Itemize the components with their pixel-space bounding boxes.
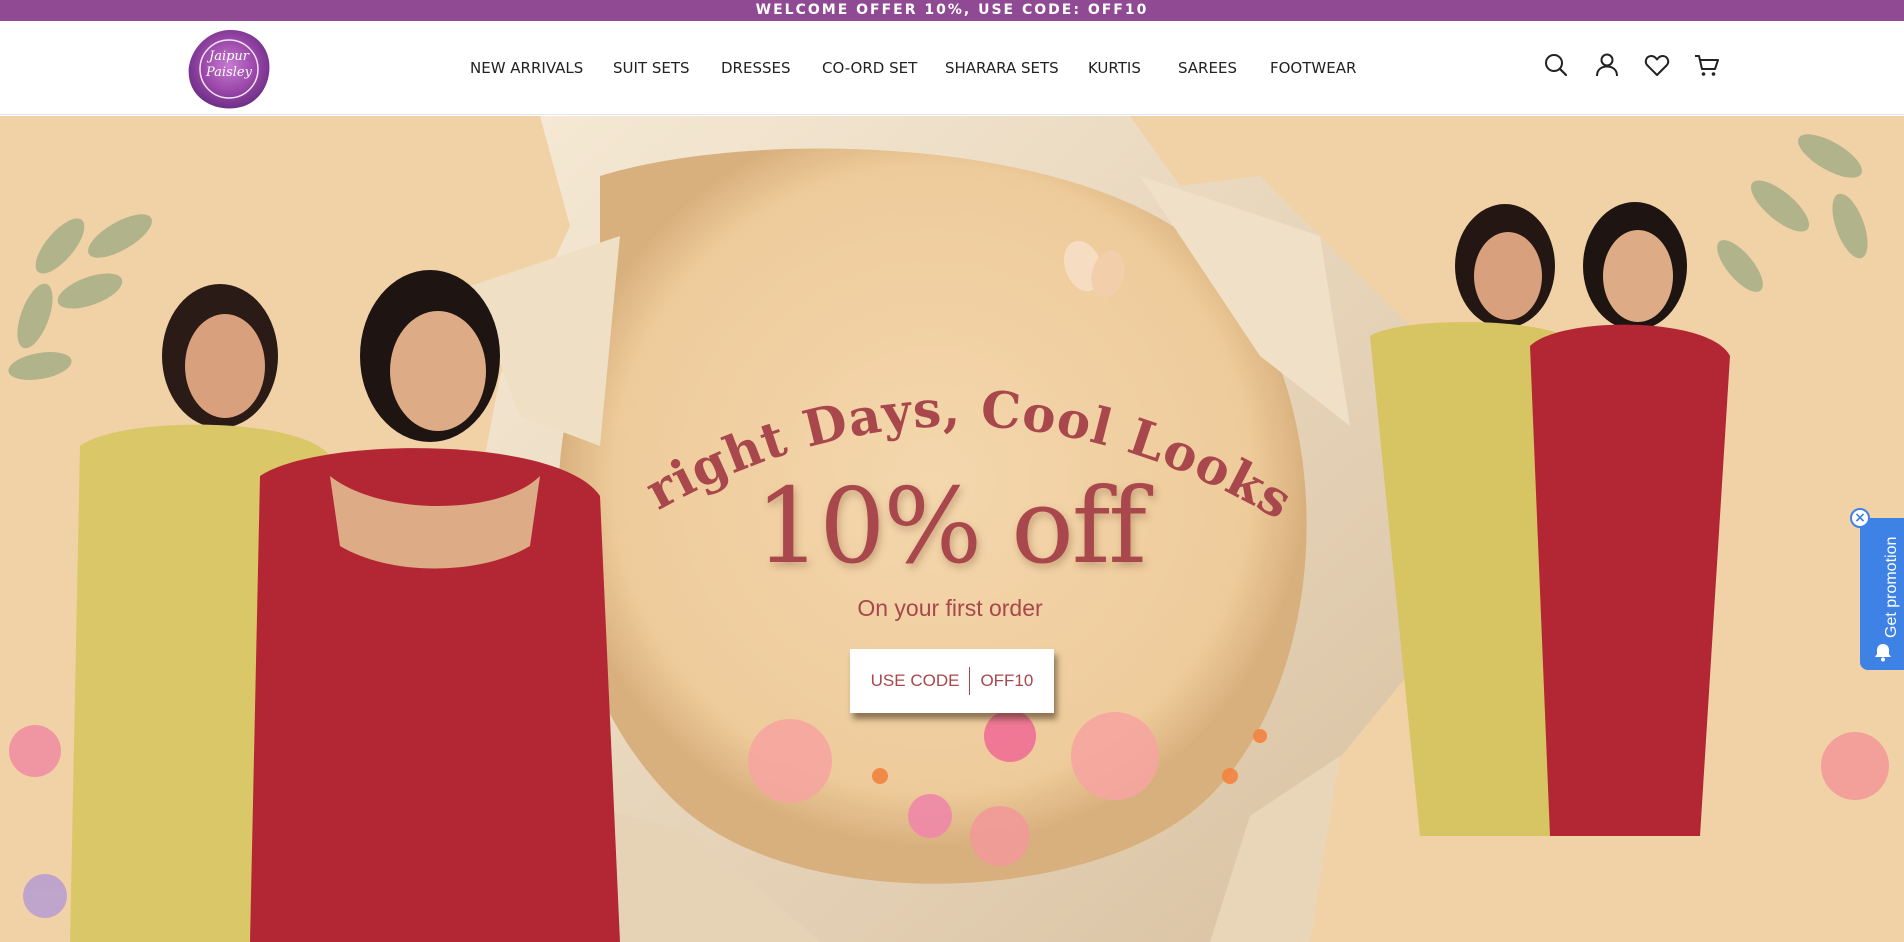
announcement-text: WELCOME OFFER 10%, USE CODE: OFF10	[755, 2, 1149, 18]
hero-subtitle: On your first order	[857, 595, 1043, 621]
right-models-image	[1370, 202, 1730, 836]
nav-item-sarees[interactable]: SAREES	[1178, 59, 1237, 77]
nav-item-new-arrivals[interactable]: NEW ARRIVALS	[470, 59, 583, 77]
code-value: OFF10	[980, 671, 1034, 690]
nav-item-dresses[interactable]: DRESSES	[721, 59, 791, 77]
nav-item-suit-sets[interactable]: SUIT SETS	[613, 59, 690, 77]
get-promotion-label: Get promotion	[1883, 536, 1900, 638]
promo-close-button[interactable]: ×	[1850, 508, 1870, 528]
hero-banner[interactable]: Bright Days, Cool Looks! 10% off On your…	[0, 116, 1904, 942]
cart-icon[interactable]	[1693, 51, 1721, 79]
get-promotion-widget[interactable]: Get promotion	[1860, 518, 1904, 670]
nav-item-footwear[interactable]: FOOTWEAR	[1270, 59, 1356, 77]
promo-code-box[interactable]: USE CODE OFF10	[850, 649, 1054, 713]
site-header: Jaipur Paisley NEW ARRIVALS SUIT SETS DR…	[0, 21, 1904, 115]
nav-item-kurtis[interactable]: KURTIS	[1088, 59, 1141, 77]
code-label: USE CODE	[870, 671, 960, 690]
nav-item-co-ord-set[interactable]: CO-ORD SET	[822, 59, 917, 77]
nav-item-sharara-sets[interactable]: SHARARA SETS	[945, 59, 1059, 77]
hero-offer: 10% off	[755, 465, 1147, 587]
search-icon[interactable]	[1542, 51, 1570, 79]
announcement-bar: WELCOME OFFER 10%, USE CODE: OFF10	[0, 0, 1904, 21]
bell-icon	[1875, 644, 1891, 662]
code-divider	[969, 667, 971, 695]
wishlist-heart-icon[interactable]	[1643, 51, 1671, 79]
account-icon[interactable]	[1593, 51, 1621, 79]
